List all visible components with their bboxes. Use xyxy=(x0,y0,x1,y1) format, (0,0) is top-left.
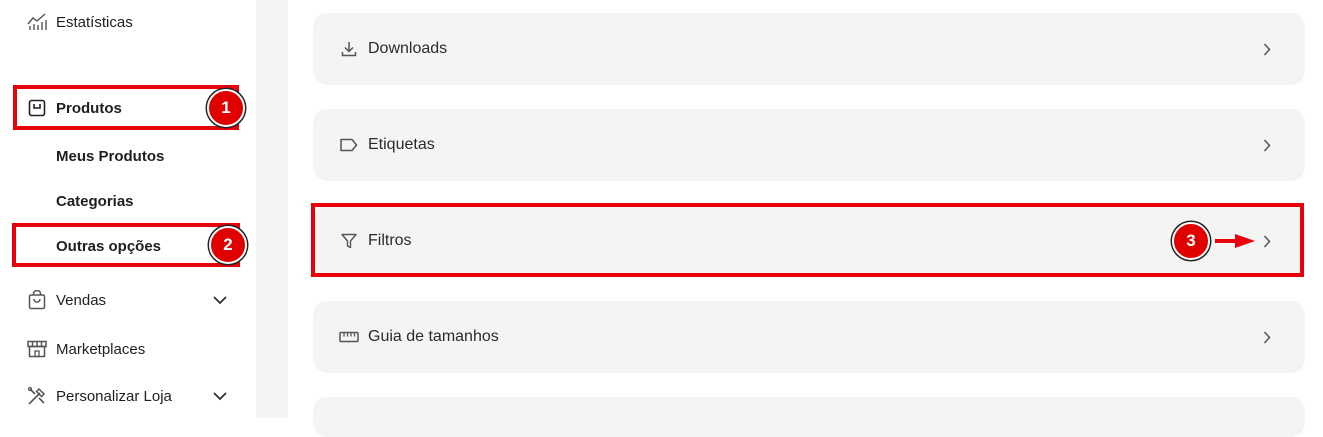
sidebar-divider xyxy=(256,0,288,418)
sidebar-item-label: Marketplaces xyxy=(56,340,146,358)
sidebar-item-vendas[interactable]: Vendas xyxy=(14,280,236,320)
sidebar-item-marketplaces[interactable]: Marketplaces xyxy=(14,329,236,369)
chevron-down-icon[interactable] xyxy=(212,292,228,308)
card-label: Downloads xyxy=(368,40,448,57)
card-downloads[interactable]: Downloads xyxy=(313,13,1305,85)
card-guia-de-tamanhos[interactable]: Guia de tamanhos xyxy=(313,301,1305,373)
step-badge-1: 1 xyxy=(207,89,245,127)
card-etiquetas[interactable]: Etiquetas xyxy=(313,109,1305,181)
card-label: Etiquetas xyxy=(368,136,435,153)
sidebar-subitem-meus-produtos[interactable]: Meus Produtos xyxy=(56,141,164,171)
chevron-right-icon xyxy=(1259,329,1275,345)
chevron-down-icon[interactable] xyxy=(212,388,228,404)
ruler-icon xyxy=(339,327,359,347)
download-icon xyxy=(339,39,359,59)
highlight-produtos xyxy=(13,85,239,130)
sidebar-item-personalizar-loja[interactable]: Personalizar Loja xyxy=(14,376,236,416)
sidebar-item-label: Vendas xyxy=(56,291,107,309)
chevron-right-icon xyxy=(1259,41,1275,57)
highlight-filtros xyxy=(311,203,1304,277)
chevron-right-icon xyxy=(1259,137,1275,153)
storefront-icon xyxy=(26,338,48,360)
arrow-right-icon xyxy=(1215,234,1255,248)
chart-icon xyxy=(26,11,48,33)
sidebar: Estatísticas Produtos Meus Produtos Cate… xyxy=(0,0,256,418)
sidebar-subitem-categorias[interactable]: Categorias xyxy=(56,186,134,216)
tools-icon xyxy=(26,385,48,407)
sidebar-item-label: Estatísticas xyxy=(56,13,133,31)
card-next-partial[interactable] xyxy=(313,397,1305,437)
step-badge-2: 2 xyxy=(209,226,247,264)
card-label: Guia de tamanhos xyxy=(368,328,499,345)
sidebar-item-estatisticas[interactable]: Estatísticas xyxy=(14,2,236,42)
shopping-bag-icon xyxy=(26,289,48,311)
tag-icon xyxy=(339,135,359,155)
sidebar-item-label: Personalizar Loja xyxy=(56,387,172,405)
step-badge-3: 3 xyxy=(1172,222,1210,260)
highlight-outras-opcoes xyxy=(12,223,240,267)
